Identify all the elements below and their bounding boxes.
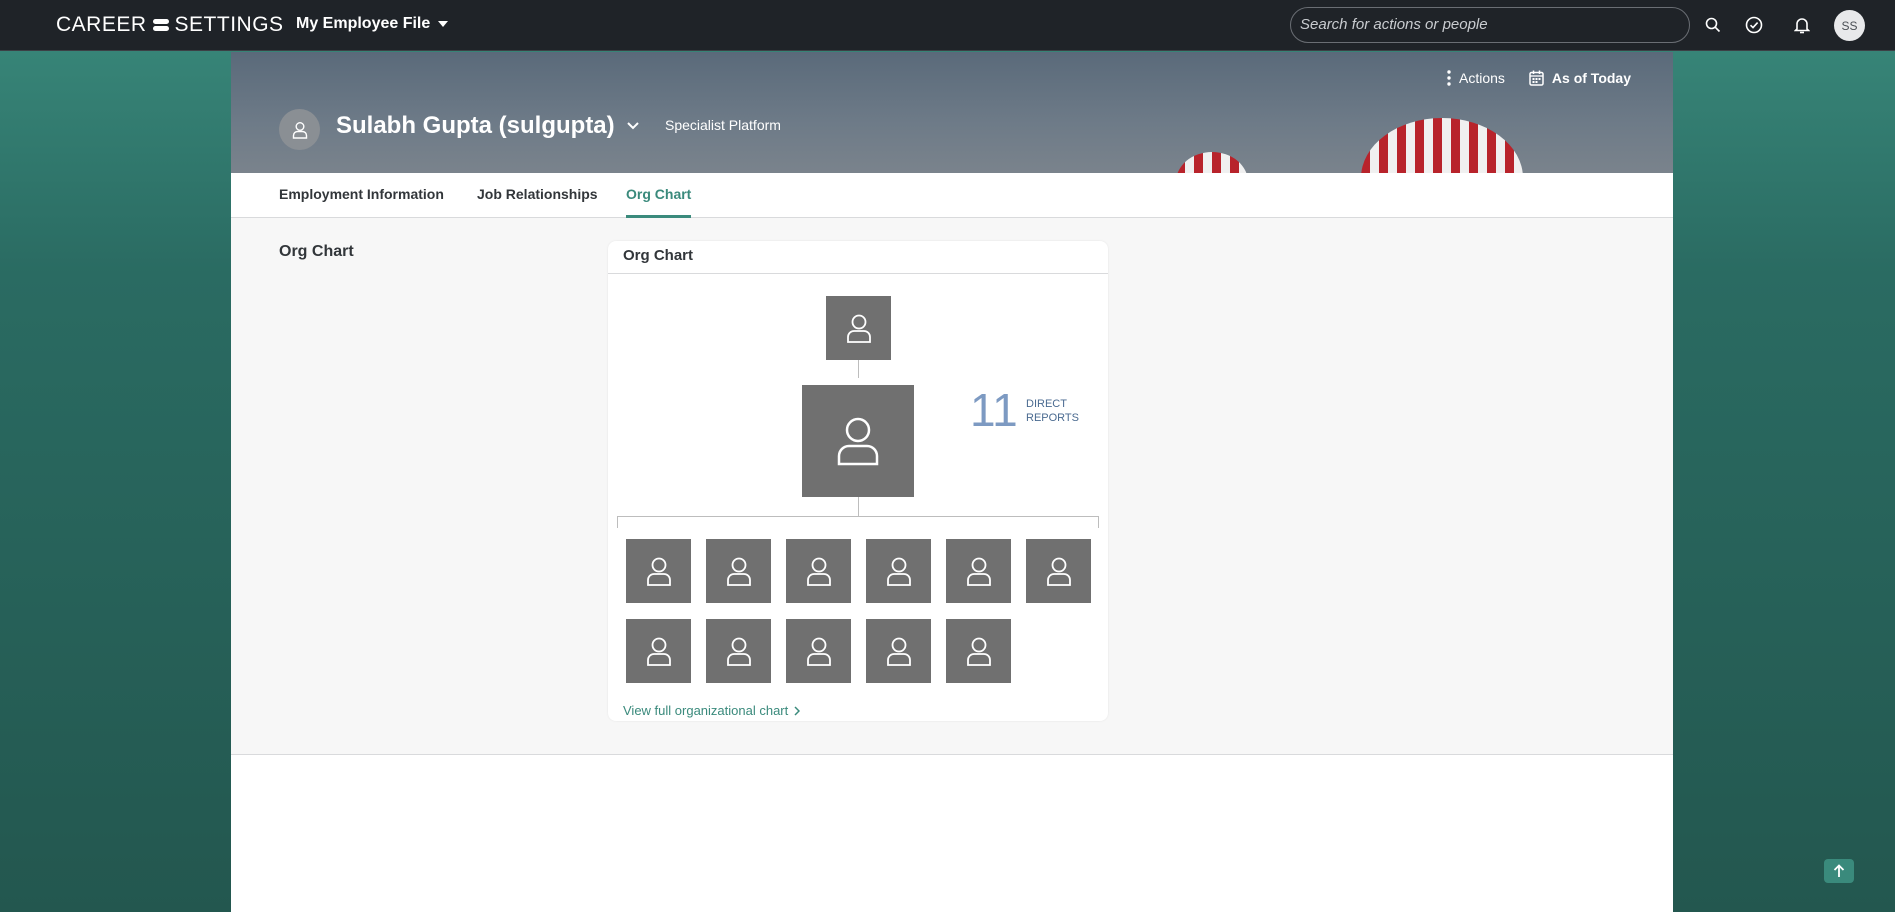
header-actions: Actions As of Today [1447,70,1631,86]
connector-line [1098,516,1099,528]
app-menu-button[interactable]: My Employee File [296,15,449,33]
person-icon [966,557,991,586]
balloon-image [1361,118,1523,173]
person-icon [846,314,871,343]
tab-org-chart[interactable]: Org Chart [626,173,692,218]
vertical-dots-icon [1447,70,1451,86]
employee-subtitle: Specialist Platform [665,117,781,133]
caret-down-icon [438,21,449,27]
tab-employment-information[interactable]: Employment Information [279,173,444,218]
direct-reports-count[interactable]: 11 [970,383,1018,437]
employee-name-text: Sulabh Gupta (sulgupta) [336,112,615,139]
connector-line [617,516,618,528]
tab-bar: Employment Information Job Relationships… [231,173,1673,218]
direct-report-node[interactable] [786,619,851,683]
card-title: Org Chart [608,241,1108,274]
direct-report-node[interactable] [946,619,1011,683]
connector-line [858,360,859,378]
as-of-date-label: As of Today [1551,70,1631,86]
logo-text-right: SETTINGS [174,13,284,36]
person-icon [806,557,831,586]
person-icon [966,637,991,666]
manager-node[interactable] [826,296,891,360]
direct-report-node[interactable] [626,539,691,603]
person-icon [886,557,911,586]
direct-reports-label: DIRECT REPORTS [1026,397,1079,425]
logo-mark-icon [152,19,169,31]
direct-report-node[interactable] [626,619,691,683]
company-logo[interactable]: CAREER SETTINGS [56,13,284,37]
actions-label: Actions [1459,70,1505,86]
actions-button[interactable]: Actions [1447,70,1505,86]
person-icon [646,637,671,666]
person-icon [886,637,911,666]
employee-node[interactable] [802,385,914,497]
direct-reports-label-line1: DIRECT [1026,398,1067,410]
connector-line [617,516,1099,517]
scroll-to-top-button[interactable] [1824,859,1854,883]
direct-report-node[interactable] [706,539,771,603]
bell-icon[interactable] [1791,14,1813,36]
calendar-icon [1529,70,1544,86]
search-input[interactable]: Search for actions or people [1290,7,1690,43]
person-icon [726,637,751,666]
search-icon[interactable] [1702,14,1724,36]
org-chart-card: Org Chart 11 DIRECT REPORTS View full or… [608,241,1108,721]
chevron-down-icon[interactable] [626,122,639,130]
direct-report-node[interactable] [866,619,931,683]
direct-reports-label-line2: REPORTS [1026,412,1079,424]
person-icon [1046,557,1071,586]
section-title: Org Chart [279,243,354,260]
user-avatar[interactable]: SS [1834,10,1865,41]
direct-report-node[interactable] [706,619,771,683]
employee-file-page: Actions As of Today Sulabh Gupta (sulgup… [231,52,1673,912]
chevron-right-icon [794,705,801,716]
direct-report-node[interactable] [786,539,851,603]
logo-text-left: CAREER [56,13,147,36]
tab-job-relationships[interactable]: Job Relationships [477,173,598,218]
direct-report-node[interactable] [946,539,1011,603]
shell-bar: CAREER SETTINGS My Employee File Search … [0,0,1895,51]
direct-report-node[interactable] [1026,539,1091,603]
person-icon [726,557,751,586]
arrow-up-icon [1833,864,1845,877]
profile-header: Actions As of Today Sulabh Gupta (sulgup… [231,52,1673,173]
person-icon [806,637,831,666]
view-full-org-chart-link[interactable]: View full organizational chart [623,703,801,718]
profile-avatar[interactable] [279,109,320,150]
connector-line [858,497,859,516]
content-area: Org Chart Org Chart 11 DIRECT REPORTS Vi… [231,218,1673,755]
as-of-date-button[interactable]: As of Today [1529,70,1631,86]
view-full-org-chart-label: View full organizational chart [623,703,789,718]
person-icon [292,121,307,139]
app-menu-label: My Employee File [296,15,431,32]
person-icon [646,557,671,586]
employee-name[interactable]: Sulabh Gupta (sulgupta) [336,112,639,140]
person-icon [837,417,879,466]
direct-report-node[interactable] [866,539,931,603]
check-circle-icon[interactable] [1743,14,1765,36]
balloon-image [1176,152,1248,173]
